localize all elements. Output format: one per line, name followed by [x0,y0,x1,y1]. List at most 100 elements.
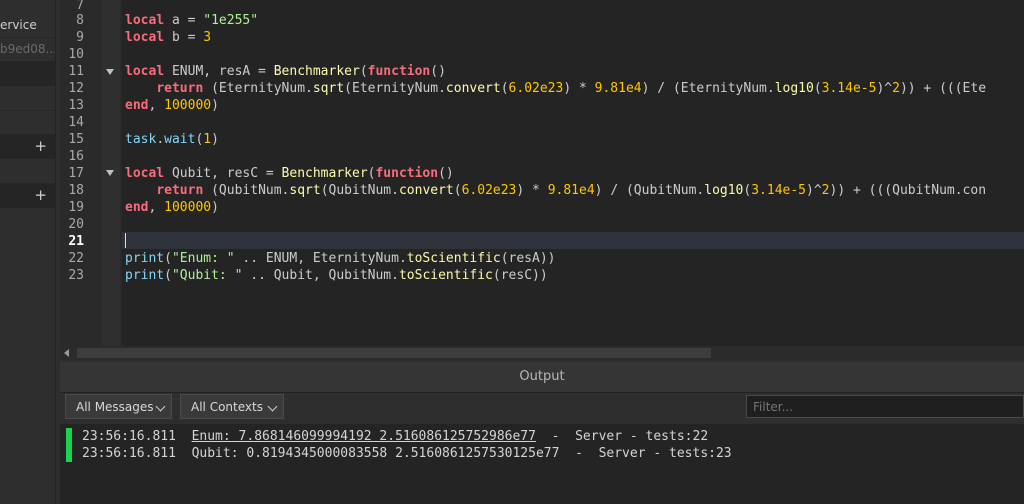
message-source[interactable]: Server - tests:22 [575,429,708,444]
line-number: 18 [68,183,84,198]
code-text: ) [211,132,219,147]
code-text: )^ [876,81,893,96]
message-timestamp: 23:56:16.811 [82,429,176,444]
dropdown-label: All Contexts [191,400,263,414]
output-message[interactable]: 23:56:16.811 Qubit: 0.8194345000083558 2… [82,445,732,462]
line-number-active: 21 [68,234,84,249]
explorer-row[interactable] [0,111,55,135]
message-text: Enum: 7.868146099994192 2.51608612575298… [191,429,536,444]
code-text: )) + (((Ete [899,81,987,96]
code-text: ) / (EternityNum. [641,81,775,96]
text-caret [125,233,126,248]
code-line: print("Enum: " .. ENUM, EternityNum.toSc… [125,250,556,267]
code-text: b = [164,30,204,45]
explorer-item-label: b9ed08... [0,42,55,56]
keyword: local [125,30,165,45]
code-text: (QubitNum. [203,183,290,198]
code-line: local ENUM, resA = Benchmarker(function(… [125,63,446,80]
code-text: . [156,132,165,147]
fold-toggle-icon[interactable] [106,170,114,176]
message-group-marker [66,428,72,462]
code-text: )) + (((QubitNum.con [829,183,987,198]
keyword: local [125,64,165,79]
line-number: 23 [68,268,84,283]
message-separator: - [559,446,599,461]
number-literal: 2 [821,183,830,198]
message-text: Qubit: 0.8194345000083558 2.516086125753… [191,446,560,461]
code-text: , [148,200,165,215]
code-text: ( [453,183,462,198]
output-panel-title: Output [60,362,1024,393]
number-literal: 6.02e23 [461,183,517,198]
messages-filter-dropdown[interactable]: All Messages [65,394,172,419]
function-name: log10 [704,183,744,198]
code-text: ( [359,64,368,79]
add-icon[interactable]: + [34,135,47,158]
explorer-panel: ervice b9ed08... + + [0,0,56,504]
line-number: 16 [68,149,84,164]
chevron-down-icon [155,401,166,412]
code-text: ) * [516,183,548,198]
number-literal: 100000 [164,200,212,215]
function-name: Benchmarker [273,64,360,79]
number-literal: 9.81e4 [547,183,595,198]
explorer-item-label: ervice [0,18,37,32]
contexts-filter-dropdown[interactable]: All Contexts [180,394,284,419]
code-text: )^ [806,183,822,198]
explorer-row[interactable] [0,62,55,86]
code-line: local b = 3 [125,29,211,46]
line-number: 14 [68,115,84,130]
code-text: ( [164,251,172,266]
dropdown-label: All Messages [76,400,154,414]
explorer-row[interactable]: + [0,184,55,208]
keyword: return [156,183,204,198]
explorer-row[interactable] [0,87,55,111]
scrollbar-thumb[interactable] [77,348,711,358]
function-name: Benchmarker [281,166,368,181]
line-number: 19 [68,200,84,215]
function-name: log10 [774,81,814,96]
code-line: return (QubitNum.sqrt(QubitNum.convert(6… [125,182,986,199]
code-text: ENUM, resA = [164,64,274,79]
code-text: (resC)) [492,268,548,283]
explorer-row[interactable] [0,160,55,184]
output-message-list: 23:56:16.811 Enum: 7.868146099994192 2.5… [60,424,1024,504]
code-text: ) / (QubitNum. [594,183,705,198]
line-number: 11 [68,64,84,79]
code-text: (EternityNum. [344,81,446,96]
filter-input[interactable] [746,395,1024,418]
code-text: (QubitNum. [320,183,399,198]
code-line: end, 100000) [125,199,219,216]
function-name: convert [445,81,501,96]
code-text: .. Qubit, QubitNum. [242,268,399,283]
add-icon[interactable]: + [34,184,47,207]
code-line: local a = "1e255" [125,12,258,29]
code-text: (resA)) [500,251,556,266]
horizontal-scrollbar[interactable] [60,346,1024,360]
explorer-item-service[interactable]: ervice [0,14,55,38]
code-line: local Qubit, resC = Benchmarker(function… [125,165,454,182]
number-literal: 3 [203,30,212,45]
number-literal: 1 [203,132,212,147]
explorer-item-id[interactable]: b9ed08... [0,38,55,62]
code-text: .. ENUM, EternityNum. [234,251,407,266]
line-number: 9 [76,30,84,45]
code-text: ( [500,81,509,96]
keyword: function [367,64,431,79]
function-name: sqrt [289,183,321,198]
explorer-row[interactable]: + [0,135,55,159]
function-name: convert [398,183,454,198]
line-number: 15 [68,132,84,147]
line-number: 13 [68,98,84,113]
number-literal: 3.14e-5 [821,81,877,96]
message-source[interactable]: Server - tests:23 [599,446,732,461]
function-name: toScientific [406,251,501,266]
script-editor[interactable]: 7 8 9 10 11 12 13 14 15 16 17 18 19 20 2… [60,0,1024,346]
scroll-left-icon[interactable] [64,349,69,357]
keyword: function [375,166,439,181]
fold-toggle-icon[interactable] [106,69,114,75]
output-message[interactable]: 23:56:16.811 Enum: 7.868146099994192 2.5… [82,428,708,445]
code-text: () [438,166,454,181]
line-number: 17 [68,166,84,181]
code-text: Qubit, resC = [164,166,282,181]
